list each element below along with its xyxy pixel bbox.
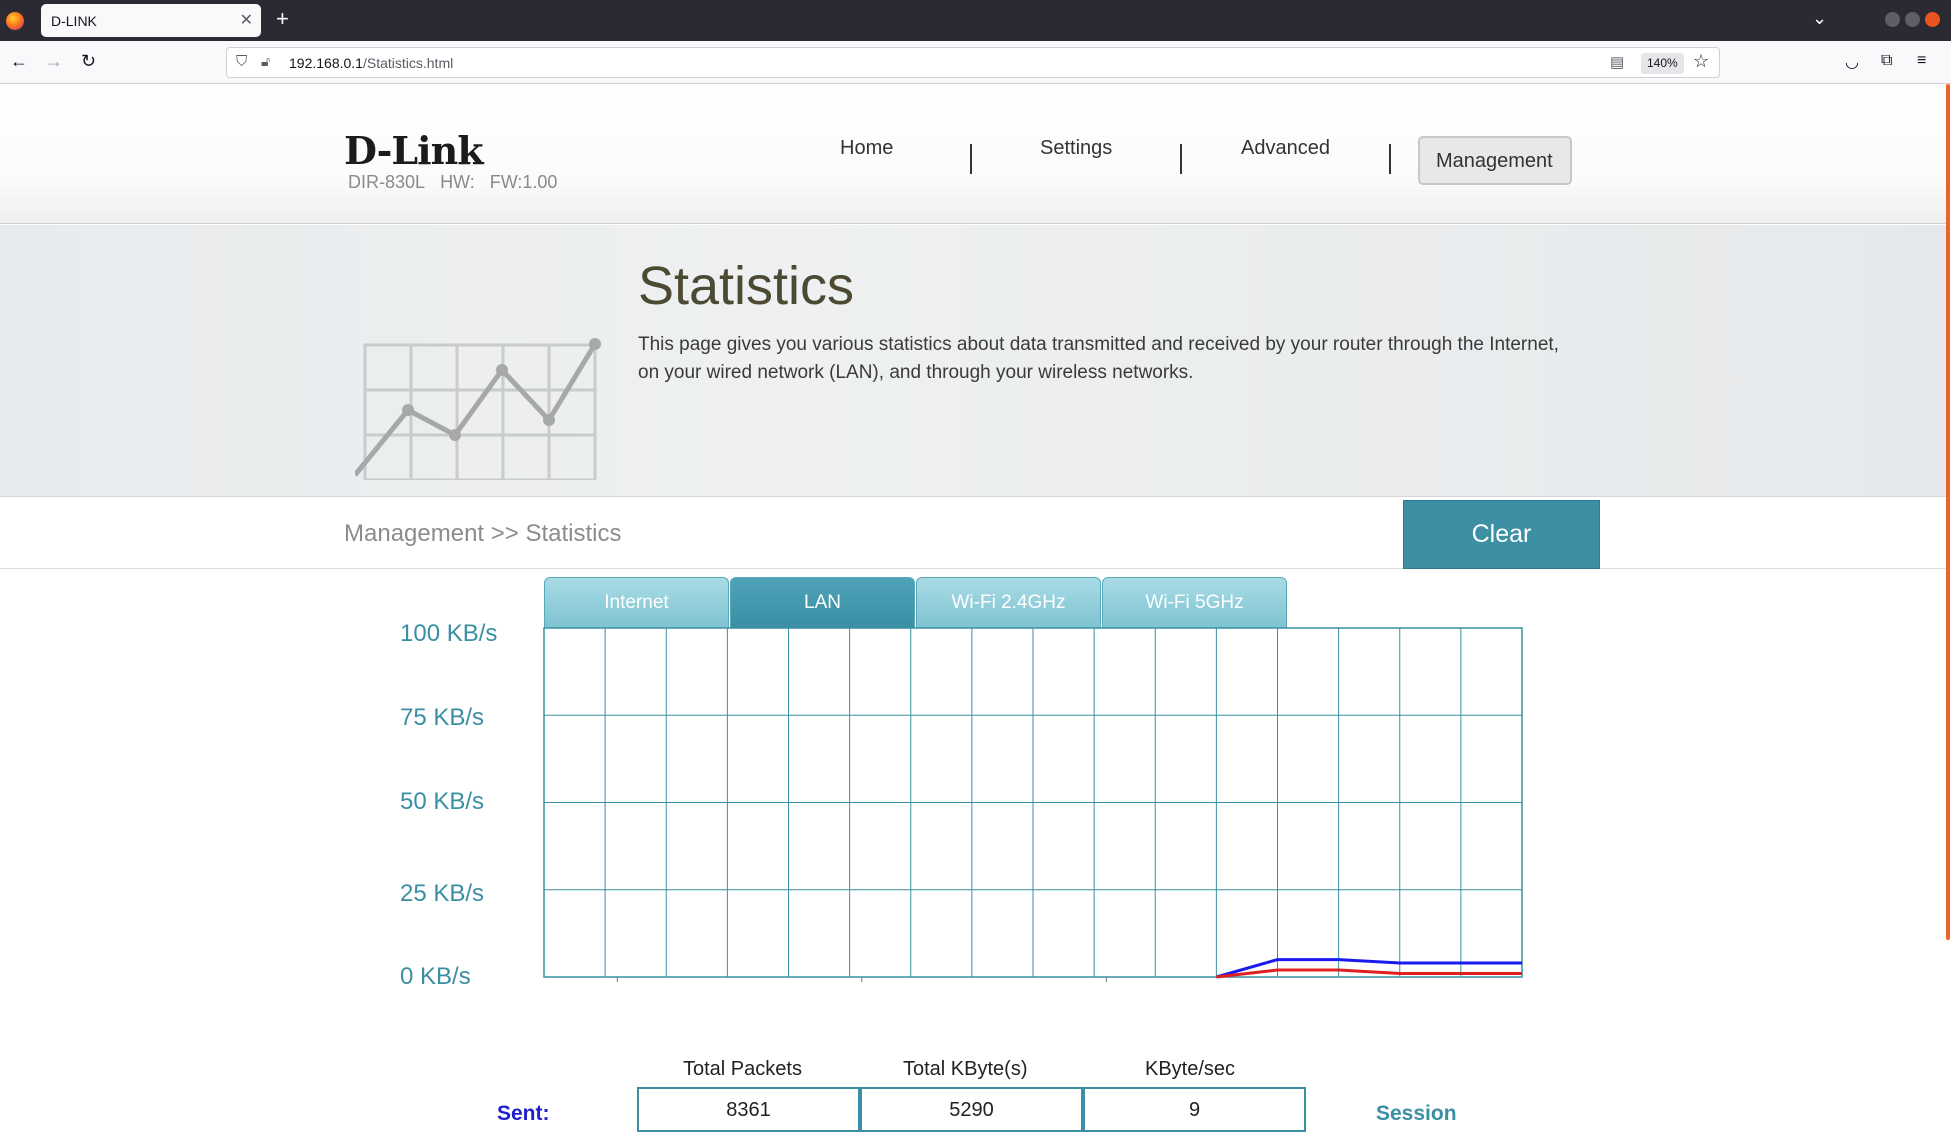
clear-button[interactable]: Clear <box>1403 500 1600 569</box>
browser-tab[interactable]: D-LINK ✕ <box>41 4 261 37</box>
y-tick-label: 0 KB/s <box>400 963 471 990</box>
tracking-shield-icon[interactable]: ⛉ <box>236 53 247 70</box>
breadcrumb-row: Management >> Statistics Clear <box>0 497 1946 569</box>
menu-hamburger-icon[interactable]: ≡ <box>1917 52 1926 70</box>
dlink-logo: D-Link <box>344 128 484 173</box>
maximize-window-button[interactable] <box>1905 12 1920 27</box>
forward-arrow-icon[interactable]: → <box>45 51 63 72</box>
y-tick-label: 75 KB/s <box>400 704 485 731</box>
browser-nav-bar: ← → ↻ ⛉ 🔓︎ 192.168.0.1/Statistics.html ▤… <box>0 41 1951 84</box>
page-title: Statistics <box>638 256 855 316</box>
reader-view-icon[interactable]: ▤ <box>1610 53 1624 71</box>
breadcrumb: Management >> Statistics <box>344 520 622 547</box>
nav-management[interactable]: Management <box>1418 136 1572 185</box>
fw-version: FW:1.00 <box>489 172 558 192</box>
nav-divider <box>1180 144 1182 174</box>
tab-list-chevron-icon[interactable]: ⌄ <box>1812 8 1827 29</box>
nav-divider <box>1389 144 1391 174</box>
new-tab-icon[interactable]: + <box>276 6 289 32</box>
chart-grid <box>543 627 1523 982</box>
model-name: DIR-830L <box>348 172 426 192</box>
close-tab-icon[interactable]: ✕ <box>240 10 253 30</box>
nav-management-label: Management <box>1436 150 1553 172</box>
minimize-window-button[interactable] <box>1885 12 1900 27</box>
traffic-chart <box>543 627 1523 982</box>
tab-wifi-24ghz[interactable]: Wi-Fi 2.4GHz <box>916 577 1101 628</box>
url-text[interactable]: 192.168.0.1/Statistics.html <box>289 55 453 71</box>
col-header-kbyte-sec: KByte/sec <box>1145 1058 1236 1080</box>
reload-icon[interactable]: ↻ <box>81 51 96 72</box>
nav-advanced[interactable]: Advanced <box>1241 137 1330 160</box>
sent-label: Sent: <box>497 1102 550 1125</box>
nav-settings[interactable]: Settings <box>1040 137 1112 160</box>
page-scrollbar[interactable] <box>1946 84 1950 940</box>
url-host: 192.168.0.1 <box>289 55 363 71</box>
sent-kbyte-sec: 9 <box>1083 1087 1306 1132</box>
device-info: DIR-830L HW: FW:1.00 <box>348 172 557 193</box>
y-tick-label: 25 KB/s <box>400 880 485 907</box>
browser-tab-bar: D-LINK ✕ + ⌄ <box>0 0 1951 41</box>
y-tick-label: 50 KB/s <box>400 788 485 815</box>
nav-home[interactable]: Home <box>840 137 893 160</box>
url-path: /Statistics.html <box>362 55 454 71</box>
page-banner: Statistics This page gives you various s… <box>0 225 1946 497</box>
col-header-total-kbytes: Total KByte(s) <box>903 1058 1028 1080</box>
sent-total-kbytes: 5290 <box>860 1087 1083 1132</box>
bookmark-star-icon[interactable]: ☆ <box>1693 51 1709 72</box>
back-arrow-icon[interactable]: ← <box>10 51 28 72</box>
pocket-icon[interactable]: ◡ <box>1845 52 1859 72</box>
page-description: This page gives you various statistics a… <box>638 334 1559 383</box>
zoom-level-badge[interactable]: 140% <box>1641 53 1684 74</box>
router-header: D-Link DIR-830L HW: FW:1.00 Home Setting… <box>0 84 1946 224</box>
session-link[interactable]: Session <box>1376 1102 1457 1126</box>
close-window-button[interactable] <box>1925 12 1940 27</box>
tab-wifi-5ghz[interactable]: Wi-Fi 5GHz <box>1102 577 1287 628</box>
y-tick-label: 100 KB/s <box>400 620 498 647</box>
extensions-icon[interactable]: ⧉ <box>1881 52 1892 70</box>
tab-title: D-LINK <box>51 13 97 29</box>
sent-total-packets: 8361 <box>637 1087 860 1132</box>
tab-internet[interactable]: Internet <box>544 577 729 628</box>
nav-divider <box>970 144 972 174</box>
url-bar[interactable]: ⛉ 🔓︎ 192.168.0.1/Statistics.html ▤ 140% … <box>226 47 1720 78</box>
hw-version: HW: <box>440 172 475 192</box>
tab-lan[interactable]: LAN <box>730 577 915 628</box>
insecure-lock-icon[interactable]: 🔓︎ <box>261 53 270 70</box>
firefox-logo-icon <box>6 12 24 30</box>
col-header-total-packets: Total Packets <box>683 1058 802 1080</box>
statistics-chart-icon <box>355 338 601 480</box>
